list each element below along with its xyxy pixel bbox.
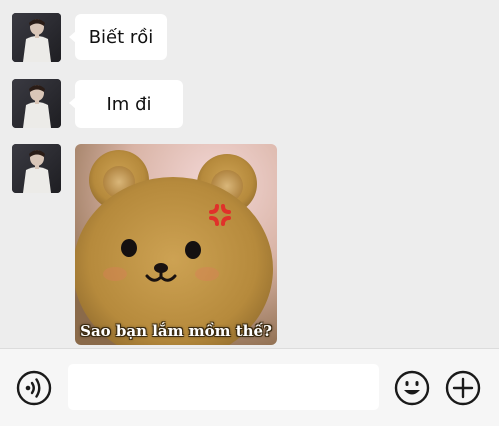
message-row: Biết rồi xyxy=(0,13,499,63)
avatar[interactable] xyxy=(12,144,61,193)
add-button[interactable] xyxy=(445,370,481,406)
message-row: Im đi xyxy=(0,79,499,129)
voice-button[interactable] xyxy=(16,370,52,406)
input-bar xyxy=(0,348,499,426)
sticker-caption: Sao bạn lắm mồm thế? xyxy=(80,322,272,340)
avatar[interactable] xyxy=(12,79,61,128)
message-input[interactable] xyxy=(68,364,379,410)
anger-mark-icon xyxy=(209,204,231,226)
message-text: Im đi xyxy=(106,93,152,115)
message-bubble[interactable]: Biết rồi xyxy=(69,14,167,60)
add-icon xyxy=(445,370,481,406)
bear-plush-sticker-image xyxy=(75,144,277,345)
message-text: Biết rồi xyxy=(88,26,154,48)
emoji-icon xyxy=(394,370,430,406)
avatar[interactable] xyxy=(12,13,61,62)
message-bubble[interactable]: Im đi xyxy=(69,80,183,128)
sticker-message[interactable]: Sao bạn lắm mồm thế? xyxy=(75,144,277,345)
voice-icon xyxy=(16,370,52,406)
emoji-button[interactable] xyxy=(394,370,430,406)
chat-area: Biết rồi Im đi Sao bạn lắm mồm thế? xyxy=(0,0,499,348)
